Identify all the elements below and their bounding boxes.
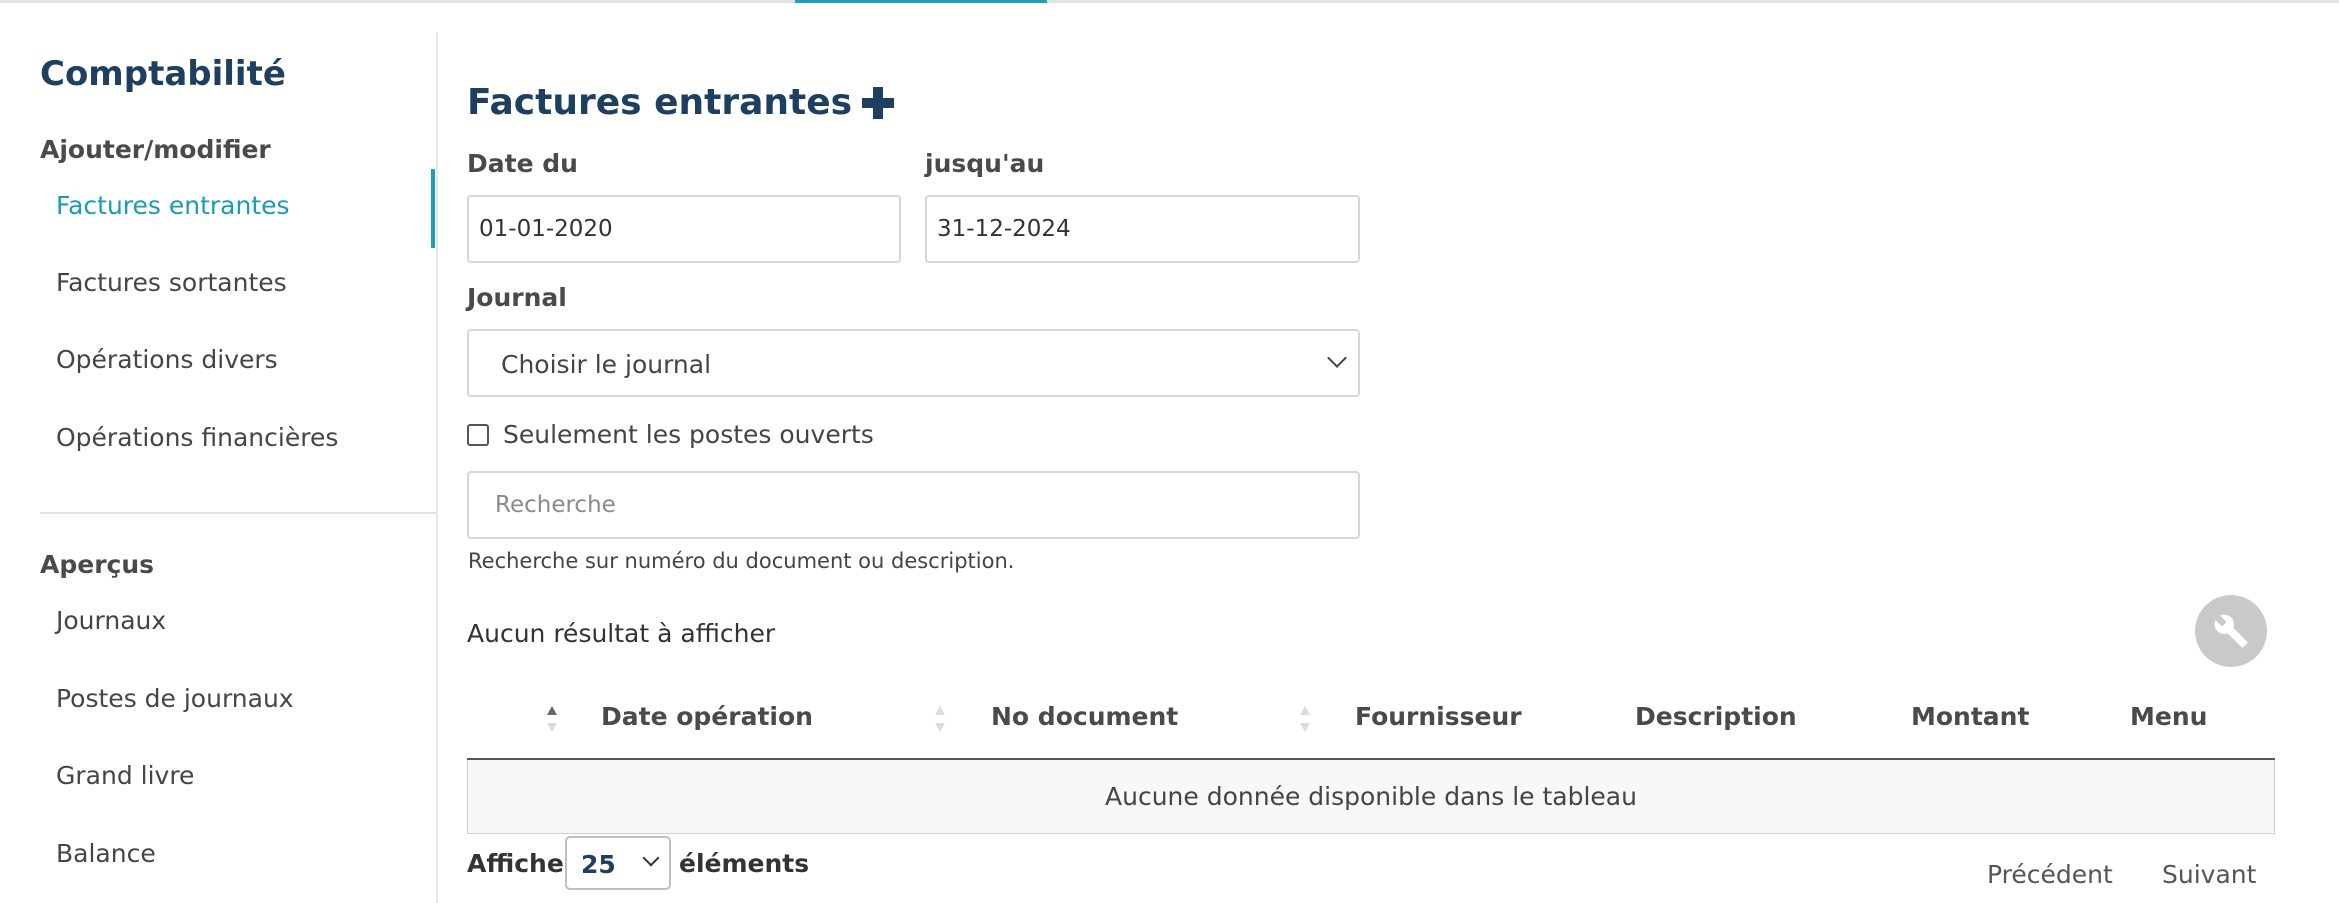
- journal-select[interactable]: Choisir le journal: [467, 329, 1360, 397]
- column-fournisseur[interactable]: Fournisseur: [1355, 702, 1522, 731]
- search-hint: Recherche sur numéro du document ou desc…: [468, 549, 1015, 573]
- elements-label: éléments: [679, 849, 810, 878]
- sidebar-title: Comptabilité: [40, 54, 286, 94]
- column-date-operation[interactable]: Date opération: [601, 702, 813, 731]
- date-to-input[interactable]: [925, 195, 1360, 263]
- page-size-value: 25: [581, 850, 616, 879]
- show-label: Afficher: [467, 849, 577, 878]
- date-from-input[interactable]: [467, 195, 901, 263]
- chevron-down-icon: [1327, 348, 1347, 368]
- plus-icon[interactable]: [862, 86, 895, 119]
- date-from-label: Date du: [467, 149, 578, 178]
- page-title: Factures entrantes: [467, 82, 895, 123]
- table-empty-row: Aucune donnée disponible dans le tableau: [467, 760, 2275, 834]
- sidebar-item-journaux[interactable]: Journaux: [56, 606, 166, 635]
- sidebar-item-operations-financieres[interactable]: Opérations financières: [56, 423, 338, 452]
- sidebar-item-operations-divers[interactable]: Opérations divers: [56, 345, 278, 374]
- open-items-filter[interactable]: Seulement les postes ouverts: [467, 420, 874, 449]
- top-tab-active-indicator: [795, 0, 1047, 3]
- open-items-label: Seulement les postes ouverts: [503, 420, 874, 449]
- page-size-select[interactable]: 25: [565, 836, 671, 890]
- sidebar-active-indicator: [431, 169, 435, 248]
- sidebar-divider: [40, 512, 436, 514]
- chevron-down-icon: [642, 849, 660, 867]
- previous-page-button[interactable]: Précédent: [1987, 860, 2113, 889]
- sidebar-item-factures-entrantes[interactable]: Factures entrantes: [56, 191, 290, 220]
- settings-button[interactable]: [2195, 595, 2267, 667]
- column-montant: Montant: [1911, 702, 2030, 731]
- page-title-text: Factures entrantes: [467, 82, 853, 123]
- sort-icon[interactable]: [1299, 704, 1311, 734]
- sidebar-item-postes-de-journaux[interactable]: Postes de journaux: [56, 684, 294, 713]
- sidebar-item-grand-livre[interactable]: Grand livre: [56, 761, 194, 790]
- column-no-document[interactable]: No document: [991, 702, 1178, 731]
- sidebar-section-edit: Ajouter/modifier: [40, 135, 271, 164]
- sidebar-item-balance[interactable]: Balance: [56, 839, 156, 868]
- journal-label: Journal: [467, 283, 567, 312]
- wrench-icon: [2214, 614, 2248, 648]
- sidebar-section-overview: Aperçus: [40, 550, 155, 579]
- search-input[interactable]: [467, 471, 1360, 539]
- journal-select-value: Choisir le journal: [501, 350, 712, 379]
- sidebar-item-factures-sortantes[interactable]: Factures sortantes: [56, 268, 287, 297]
- sort-icon[interactable]: [546, 704, 558, 734]
- no-result-message: Aucun résultat à afficher: [467, 619, 776, 648]
- next-page-button[interactable]: Suivant: [2162, 860, 2256, 889]
- sort-icon[interactable]: [934, 704, 946, 734]
- sidebar: Comptabilité Ajouter/modifier Factures e…: [0, 32, 438, 903]
- column-menu: Menu: [2130, 702, 2208, 731]
- column-description: Description: [1635, 702, 1797, 731]
- top-tab-border: [0, 0, 2339, 3]
- open-items-checkbox[interactable]: [467, 423, 489, 446]
- date-to-label: jusqu'au: [925, 149, 1045, 178]
